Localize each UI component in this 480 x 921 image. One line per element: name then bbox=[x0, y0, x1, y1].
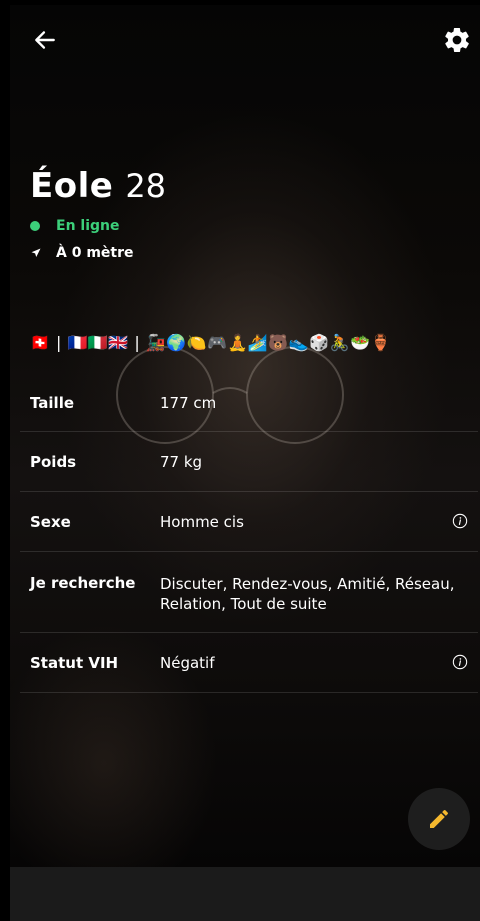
status-text: En ligne bbox=[56, 218, 120, 234]
detail-label: Poids bbox=[30, 452, 77, 471]
detail-row-hiv-status: Statut VIH Négatif bbox=[20, 633, 478, 693]
detail-value: Négatif bbox=[160, 653, 215, 672]
navigation-arrow-icon bbox=[31, 248, 41, 257]
profile-name: Éole bbox=[30, 166, 114, 206]
edit-button[interactable] bbox=[408, 788, 470, 850]
distance-text: À 0 mètre bbox=[56, 245, 134, 261]
detail-value: Discuter, Rendez-vous, Amitié, Réseau, R… bbox=[160, 575, 455, 613]
detail-value: Homme cis bbox=[160, 512, 244, 531]
top-bar bbox=[10, 5, 480, 75]
detail-label: Je recherche bbox=[30, 574, 136, 592]
online-dot-icon bbox=[30, 221, 40, 231]
detail-label: Sexe bbox=[30, 512, 71, 531]
detail-row-sex: Sexe Homme cis bbox=[20, 492, 478, 552]
back-arrow-icon[interactable] bbox=[32, 27, 58, 53]
name-row: Éole 28 bbox=[30, 166, 166, 206]
detail-value: 77 kg bbox=[160, 452, 203, 471]
bottom-bar bbox=[10, 867, 480, 921]
info-icon[interactable] bbox=[452, 513, 468, 529]
detail-value: 177 cm bbox=[160, 394, 217, 412]
detail-label: Taille bbox=[30, 394, 75, 412]
detail-row-looking-for: Je recherche Discuter, Rendez-vous, Amit… bbox=[20, 552, 478, 633]
pencil-icon bbox=[430, 809, 449, 828]
gear-icon[interactable] bbox=[442, 25, 472, 55]
online-status: En ligne bbox=[30, 218, 120, 234]
detail-label: Statut VIH bbox=[30, 653, 119, 672]
detail-row-height: Taille 177 cm bbox=[20, 375, 478, 432]
distance-row: À 0 mètre bbox=[30, 245, 134, 261]
detail-row-weight: Poids 77 kg bbox=[20, 432, 478, 492]
profile-details: Taille 177 cm Poids 77 kg Sexe Homme cis… bbox=[20, 375, 478, 693]
profile-tags: 🇨🇭 | 🇫🇷🇮🇹🇬🇧 | 🚂🌍🍋🎮🧘🏄🐻👟🎲🚴🥗🏺 bbox=[30, 333, 391, 352]
info-icon[interactable] bbox=[452, 654, 468, 670]
profile-age: 28 bbox=[125, 167, 167, 205]
